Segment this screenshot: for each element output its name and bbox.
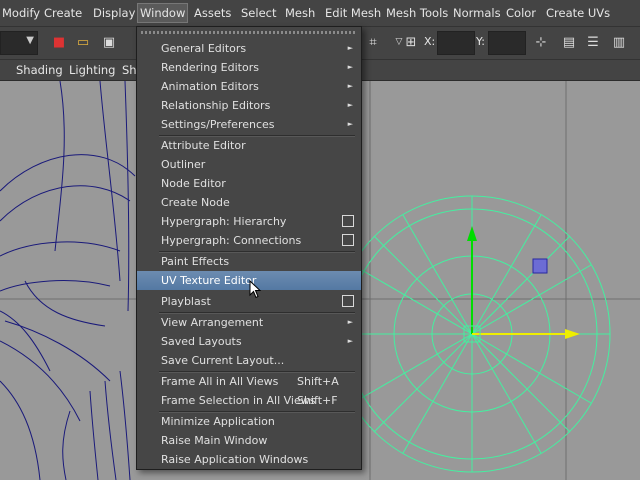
- wireframe-mesh: [0, 81, 136, 480]
- menuitem-settings-preferences[interactable]: Settings/Preferences ►: [137, 115, 361, 134]
- manipulator-plane-handle: [532, 258, 548, 274]
- panel-menu-lighting[interactable]: Lighting: [69, 63, 115, 77]
- snap-icon[interactable]: ⌗: [364, 33, 382, 51]
- submenu-arrow-icon: ►: [347, 337, 353, 345]
- menuitem-label: Hypergraph: Connections: [161, 234, 302, 247]
- menuitem-label: Node Editor: [161, 177, 226, 190]
- attribute-editor-icon[interactable]: ▥: [610, 33, 628, 51]
- submenu-arrow-icon: ►: [347, 101, 353, 109]
- menuitem-view-arrangement[interactable]: View Arrangement ►: [137, 313, 361, 332]
- menuitem-shortcut: Shift+A: [297, 375, 339, 388]
- menuitem-label: Hypergraph: Hierarchy: [161, 215, 287, 228]
- menuitem-general-editors[interactable]: General Editors ►: [137, 39, 361, 58]
- menuitem-frame-selection-in-all-views[interactable]: Frame Selection in All Views Shift+F: [137, 391, 361, 410]
- option-box-icon[interactable]: [342, 215, 354, 227]
- menuitem-label: Save Current Layout...: [161, 354, 285, 367]
- menu-mesh-tools[interactable]: Mesh Tools: [384, 4, 450, 22]
- menuitem-label: Raise Main Window: [161, 434, 268, 447]
- channel-box-icon[interactable]: ▤: [560, 33, 578, 51]
- main-menubar: Modify Create Display Window Assets Sele…: [0, 0, 640, 27]
- new-scene-icon[interactable]: ■: [50, 33, 68, 51]
- menuitem-label: Relationship Editors: [161, 99, 271, 112]
- transform-field-icon[interactable]: ⊞: [402, 33, 420, 51]
- menuitem-label: Attribute Editor: [161, 139, 246, 152]
- x-field-label: X:: [424, 35, 436, 48]
- menuitem-raise-main-window[interactable]: Raise Main Window: [137, 431, 361, 450]
- menuitem-create-node[interactable]: Create Node: [137, 193, 361, 212]
- menuitem-label: View Arrangement: [161, 316, 264, 329]
- menuitem-label: General Editors: [161, 42, 247, 55]
- option-box-icon[interactable]: [342, 234, 354, 246]
- menu-create[interactable]: Create: [42, 4, 84, 22]
- menuitem-label: Frame All in All Views: [161, 375, 279, 388]
- submenu-arrow-icon: ►: [347, 120, 353, 128]
- menuitem-label: Outliner: [161, 158, 206, 171]
- y-field-label: Y:: [476, 35, 485, 48]
- menuitem-label: Frame Selection in All Views: [161, 394, 316, 407]
- menuitem-label: Rendering Editors: [161, 61, 259, 74]
- menuitem-animation-editors[interactable]: Animation Editors ►: [137, 77, 361, 96]
- menu-create-uvs[interactable]: Create UVs: [544, 4, 612, 22]
- menu-color[interactable]: Color: [504, 4, 538, 22]
- menu-normals[interactable]: Normals: [451, 4, 503, 22]
- mouse-pointer-icon: [249, 280, 262, 299]
- menuitem-label: Raise Application Windows: [161, 453, 309, 466]
- menuitem-node-editor[interactable]: Node Editor: [137, 174, 361, 193]
- menuitem-shortcut: Shift+F: [297, 394, 338, 407]
- submenu-arrow-icon: ►: [347, 63, 353, 71]
- window-dropdown-menu: General Editors ► Rendering Editors ► Anim…: [136, 26, 362, 470]
- x-field[interactable]: [437, 31, 475, 55]
- menuitem-hypergraph-hierarchy[interactable]: Hypergraph: Hierarchy: [137, 212, 361, 231]
- menuitem-label: Paint Effects: [161, 255, 230, 268]
- menuitem-saved-layouts[interactable]: Saved Layouts ►: [137, 332, 361, 351]
- menuitem-label: UV Texture Editor: [161, 274, 257, 287]
- tear-off-handle[interactable]: [141, 31, 355, 34]
- option-box-icon[interactable]: [342, 295, 354, 307]
- menuitem-label: Animation Editors: [161, 80, 259, 93]
- menuitem-minimize-application[interactable]: Minimize Application: [137, 412, 361, 431]
- menu-window[interactable]: Window: [137, 3, 189, 23]
- menu-assets[interactable]: Assets: [192, 4, 233, 22]
- open-scene-icon[interactable]: ▭: [74, 33, 92, 51]
- menuitem-save-current-layout[interactable]: Save Current Layout...: [137, 351, 361, 370]
- y-field[interactable]: [488, 31, 526, 55]
- menuitem-relationship-editors[interactable]: Relationship Editors ►: [137, 96, 361, 115]
- menuitem-outliner[interactable]: Outliner: [137, 155, 361, 174]
- menuitem-rendering-editors[interactable]: Rendering Editors ►: [137, 58, 361, 77]
- menuitem-label: Settings/Preferences: [161, 118, 275, 131]
- tool-settings-icon[interactable]: ☰: [584, 33, 602, 51]
- menuitem-raise-application-windows[interactable]: Raise Application Windows: [137, 450, 361, 469]
- save-scene-icon[interactable]: ▣: [100, 33, 118, 51]
- menu-select[interactable]: Select: [239, 4, 278, 22]
- menuitem-label: Minimize Application: [161, 415, 275, 428]
- panel-menu-shading[interactable]: Shading: [16, 63, 63, 77]
- menuitem-hypergraph-connections[interactable]: Hypergraph: Connections: [137, 231, 361, 250]
- menuitem-paint-effects[interactable]: Paint Effects: [137, 252, 361, 271]
- submenu-arrow-icon: ►: [347, 318, 353, 326]
- menuitem-label: Create Node: [161, 196, 230, 209]
- menu-edit-mesh[interactable]: Edit Mesh: [323, 4, 383, 22]
- chevron-down-icon: ▼: [26, 35, 34, 46]
- menu-display[interactable]: Display: [91, 4, 137, 22]
- menuitem-label: Playblast: [161, 295, 211, 308]
- menu-set-dropdown[interactable]: ▼: [0, 31, 38, 55]
- submenu-arrow-icon: ►: [347, 82, 353, 90]
- relative-transform-icon[interactable]: ⊹: [532, 33, 550, 51]
- menuitem-label: Saved Layouts: [161, 335, 242, 348]
- menu-mesh[interactable]: Mesh: [283, 4, 317, 22]
- submenu-arrow-icon: ►: [347, 44, 353, 52]
- menuitem-frame-all-in-all-views[interactable]: Frame All in All Views Shift+A: [137, 372, 361, 391]
- menuitem-attribute-editor[interactable]: Attribute Editor: [137, 136, 361, 155]
- menu-modify[interactable]: Modify: [0, 4, 42, 22]
